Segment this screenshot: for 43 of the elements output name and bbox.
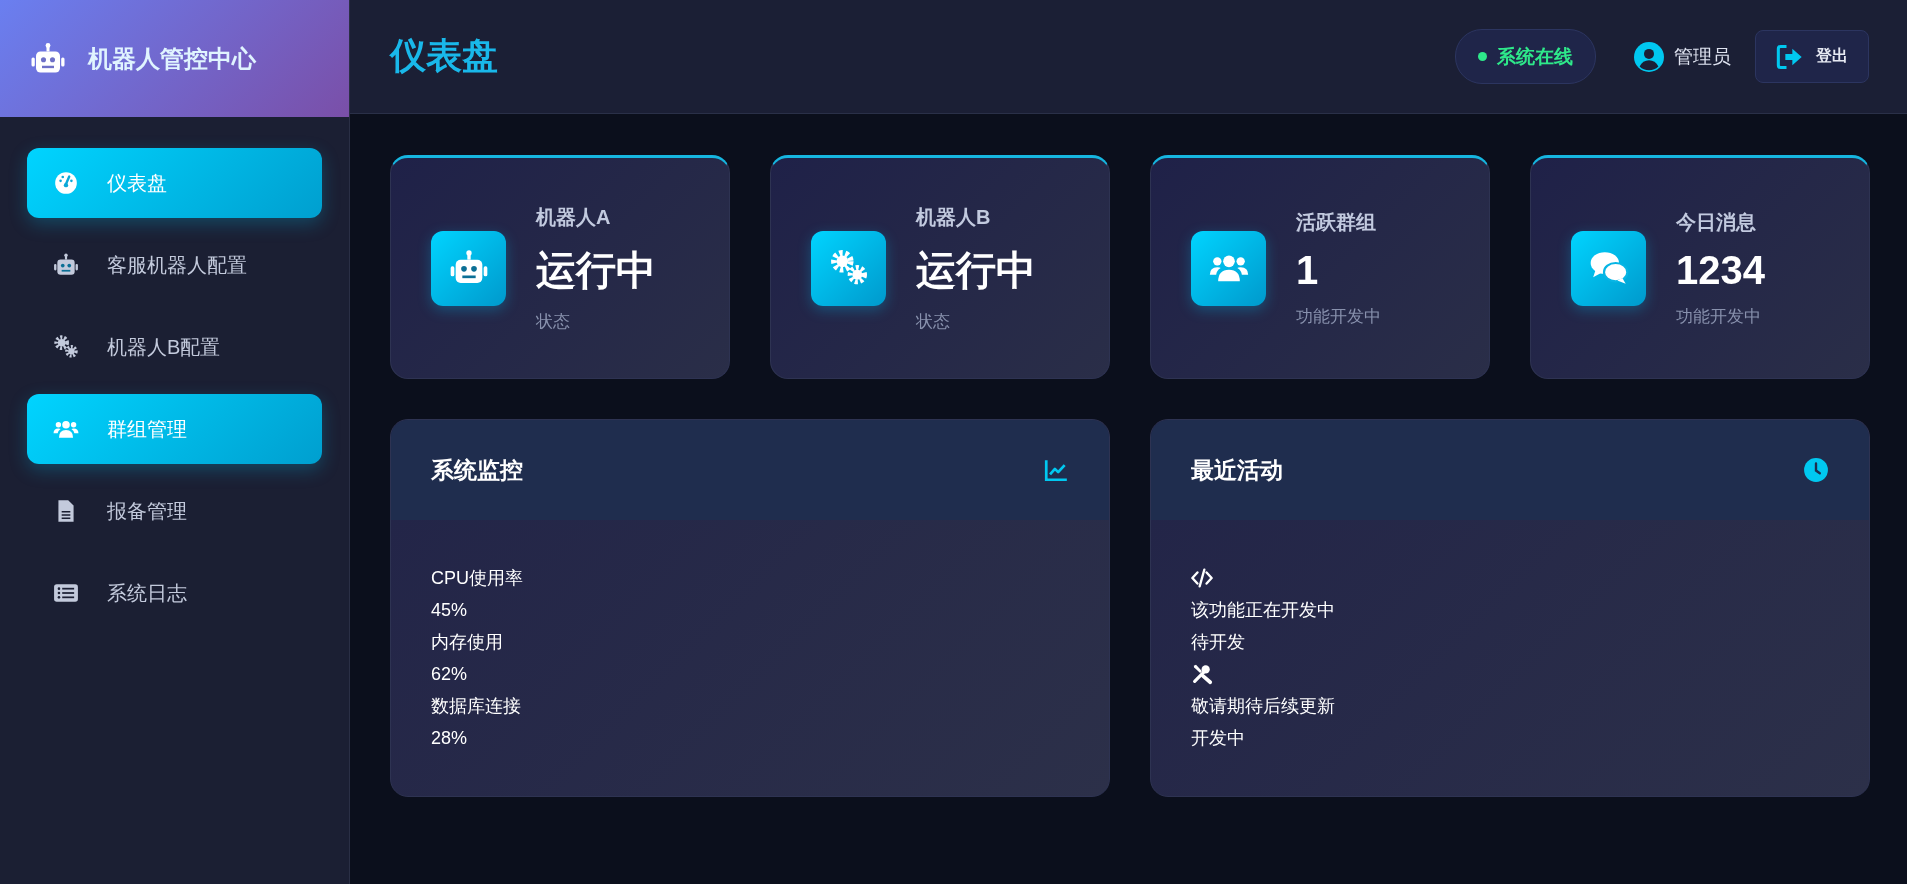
status-text: 系统在线 (1497, 44, 1573, 69)
status-dot (1478, 52, 1487, 61)
logout-icon (1776, 42, 1804, 71)
app-title: 机器人管控中心 (88, 43, 256, 74)
sidebar-item[interactable]: 报备管理 (27, 476, 322, 546)
metric-value: 28% (431, 727, 469, 750)
user-name: 管理员 (1674, 44, 1731, 69)
stat-value: 运行中 (916, 246, 1036, 294)
gears-icon (53, 334, 79, 360)
stat-value: 1 (1296, 247, 1320, 293)
metric-label: 数据库连接 (431, 695, 522, 718)
tools-icon (1191, 663, 1213, 685)
stat-title: 机器人A (536, 204, 612, 230)
metric-label: 内存使用 (431, 631, 504, 654)
gauge-icon (53, 170, 79, 196)
activity-text: 该功能正在开发中 (1191, 599, 1336, 622)
panel-title: 最近活动 (1191, 455, 1283, 485)
stat-title: 活跃群组 (1296, 209, 1377, 235)
stat-note: 状态 (536, 310, 571, 333)
line-chart-icon (1043, 457, 1069, 483)
stat-note: 功能开发中 (1676, 305, 1762, 328)
clock-icon (1803, 457, 1829, 483)
robot-icon (53, 252, 79, 278)
metric-label: CPU使用率 (431, 567, 524, 590)
sidebar-item[interactable]: 客服机器人配置 (27, 230, 322, 300)
sidebar-item[interactable]: 机器人B配置 (27, 312, 322, 382)
sidebar-item[interactable]: 系统日志 (27, 558, 322, 628)
metric-value: 62% (431, 663, 469, 686)
panel-title: 系统监控 (431, 455, 523, 485)
user-avatar-icon (1634, 41, 1664, 72)
stat-note: 功能开发中 (1296, 305, 1381, 328)
stat-title: 今日消息 (1676, 209, 1757, 235)
logout-button[interactable]: 登出 (1755, 30, 1869, 83)
activity-text: 待开发 (1191, 631, 1246, 654)
stat-title: 机器人B (916, 204, 992, 230)
activity-text: 开发中 (1191, 727, 1246, 750)
stat-value: 运行中 (536, 246, 656, 294)
page-title: 仪表盘 (390, 34, 498, 78)
activity-text: 敬请期待后续更新 (1191, 695, 1336, 718)
stat-note: 状态 (916, 310, 951, 333)
metric-value: 45% (431, 599, 469, 622)
code-icon (1191, 567, 1213, 589)
stat-value: 1234 (1676, 247, 1765, 293)
